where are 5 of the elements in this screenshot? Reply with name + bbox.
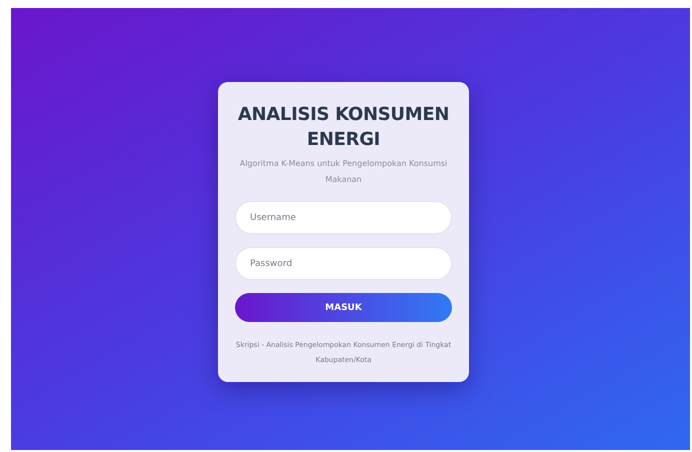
login-button[interactable]: MASUK xyxy=(235,293,452,322)
username-field[interactable]: Username xyxy=(235,201,452,234)
subtitle: Algoritma K-Means untuk Pengelompokan Konsumsi Makanan xyxy=(238,158,448,186)
app-title: ANALISIS KONSUMEN ENERGI xyxy=(236,103,450,152)
password-field[interactable]: Password xyxy=(235,247,452,280)
